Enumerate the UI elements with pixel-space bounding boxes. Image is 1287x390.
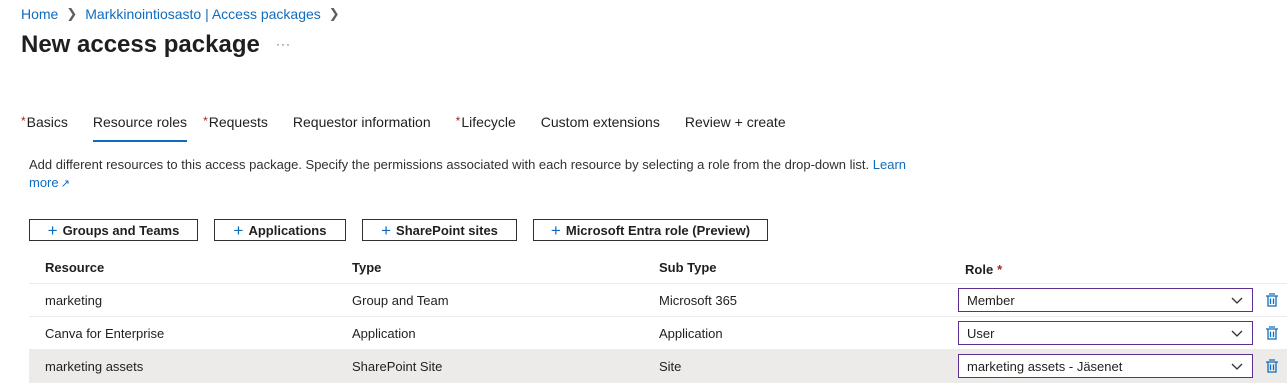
column-header-resource: Resource: [45, 259, 105, 275]
role-selected-value: Member: [967, 292, 1015, 308]
description-text: Add different resources to this access p…: [29, 157, 873, 172]
resource-cell: marketing: [45, 292, 103, 308]
table-row[interactable]: marketing assets SharePoint Site Site ma…: [29, 350, 1287, 383]
delete-icon[interactable]: [1265, 325, 1279, 341]
tab-requestor-information[interactable]: Requestor information: [293, 114, 431, 146]
tab-resource-roles[interactable]: Resource roles: [92, 114, 188, 146]
column-header-subtype: Sub Type: [659, 259, 717, 275]
learn-more-link[interactable]: Learn: [873, 157, 906, 172]
chevron-right-icon: ❯: [328, 6, 340, 21]
type-cell: Application: [352, 325, 416, 341]
delete-icon[interactable]: [1265, 358, 1279, 374]
role-dropdown[interactable]: Member: [958, 288, 1253, 312]
add-resource-toolbar: + Groups and Teams + Applications + SharePo…: [29, 219, 768, 241]
learn-more-link-continued[interactable]: more: [29, 175, 59, 190]
type-cell: SharePoint Site: [352, 358, 443, 374]
tab-label: Requests: [208, 114, 268, 130]
column-header-role: Role *: [965, 253, 1002, 285]
tab-label: Review + create: [684, 114, 786, 130]
add-sharepoint-sites-button[interactable]: + SharePoint sites: [362, 219, 517, 241]
wizard-tabs: *Basics Resource roles *Requests Request…: [21, 114, 811, 146]
required-asterisk: *: [203, 114, 208, 128]
page-title: New access package: [21, 31, 260, 58]
table-row[interactable]: marketing Group and Team Microsoft 365 M…: [29, 284, 1287, 317]
breadcrumb-parent-link[interactable]: Markkinointiosasto | Access packages: [85, 6, 321, 22]
chevron-down-icon: [1231, 363, 1243, 370]
subtype-cell: Microsoft 365: [659, 292, 738, 308]
tab-basics[interactable]: *Basics: [21, 114, 68, 146]
plus-icon: +: [47, 220, 58, 240]
breadcrumb-home-link[interactable]: Home: [21, 6, 58, 22]
tab-requests[interactable]: *Requests: [203, 114, 268, 146]
chevron-right-icon: ❯: [66, 6, 78, 21]
role-dropdown[interactable]: User: [958, 321, 1253, 345]
tab-lifecycle[interactable]: *Lifecycle: [456, 114, 516, 146]
button-label: Microsoft Entra role (Preview): [565, 222, 751, 238]
role-dropdown[interactable]: marketing assets - Jäsenet: [958, 354, 1253, 378]
required-asterisk: *: [997, 261, 1003, 277]
role-header-label: Role: [965, 261, 994, 277]
chevron-down-icon: [1231, 330, 1243, 337]
button-label: SharePoint sites: [396, 222, 498, 238]
add-applications-button[interactable]: + Applications: [214, 219, 346, 241]
resource-roles-table: Resource Type Sub Type Role * marketing G…: [29, 251, 1287, 383]
add-entra-role-button[interactable]: + Microsoft Entra role (Preview): [533, 219, 768, 241]
role-selected-value: marketing assets - Jäsenet: [967, 358, 1123, 374]
plus-icon: +: [550, 220, 561, 240]
external-link-icon: ↗: [60, 178, 70, 190]
button-label: Groups and Teams: [62, 222, 180, 238]
resource-cell: marketing assets: [45, 358, 144, 374]
required-asterisk: *: [21, 114, 26, 128]
table-header: Resource Type Sub Type Role *: [29, 251, 1287, 284]
subtype-cell: Site: [659, 358, 682, 374]
tab-label: Custom extensions: [540, 114, 660, 130]
role-selected-value: User: [967, 325, 995, 341]
description: Add different resources to this access p…: [29, 156, 909, 193]
resource-cell: Canva for Enterprise: [45, 325, 165, 341]
plus-icon: +: [381, 220, 392, 240]
subtype-cell: Application: [659, 325, 723, 341]
tab-label: Requestor information: [292, 114, 431, 130]
table-row[interactable]: Canva for Enterprise Application Applica…: [29, 317, 1287, 350]
tab-review-create[interactable]: Review + create: [685, 114, 786, 146]
breadcrumb: Home ❯ Markkinointiosasto | Access packa…: [21, 6, 348, 22]
tab-label: Resource roles: [92, 114, 188, 130]
add-groups-teams-button[interactable]: + Groups and Teams: [29, 219, 198, 241]
tab-label: Basics: [26, 114, 68, 130]
tab-label: Lifecycle: [461, 114, 516, 130]
more-options-icon[interactable]: ···: [276, 37, 291, 51]
delete-icon[interactable]: [1265, 292, 1279, 308]
plus-icon: +: [233, 220, 244, 240]
chevron-down-icon: [1231, 297, 1243, 304]
column-header-type: Type: [352, 259, 382, 275]
type-cell: Group and Team: [352, 292, 449, 308]
tab-custom-extensions[interactable]: Custom extensions: [541, 114, 660, 146]
required-asterisk: *: [455, 114, 461, 128]
button-label: Applications: [248, 222, 327, 238]
